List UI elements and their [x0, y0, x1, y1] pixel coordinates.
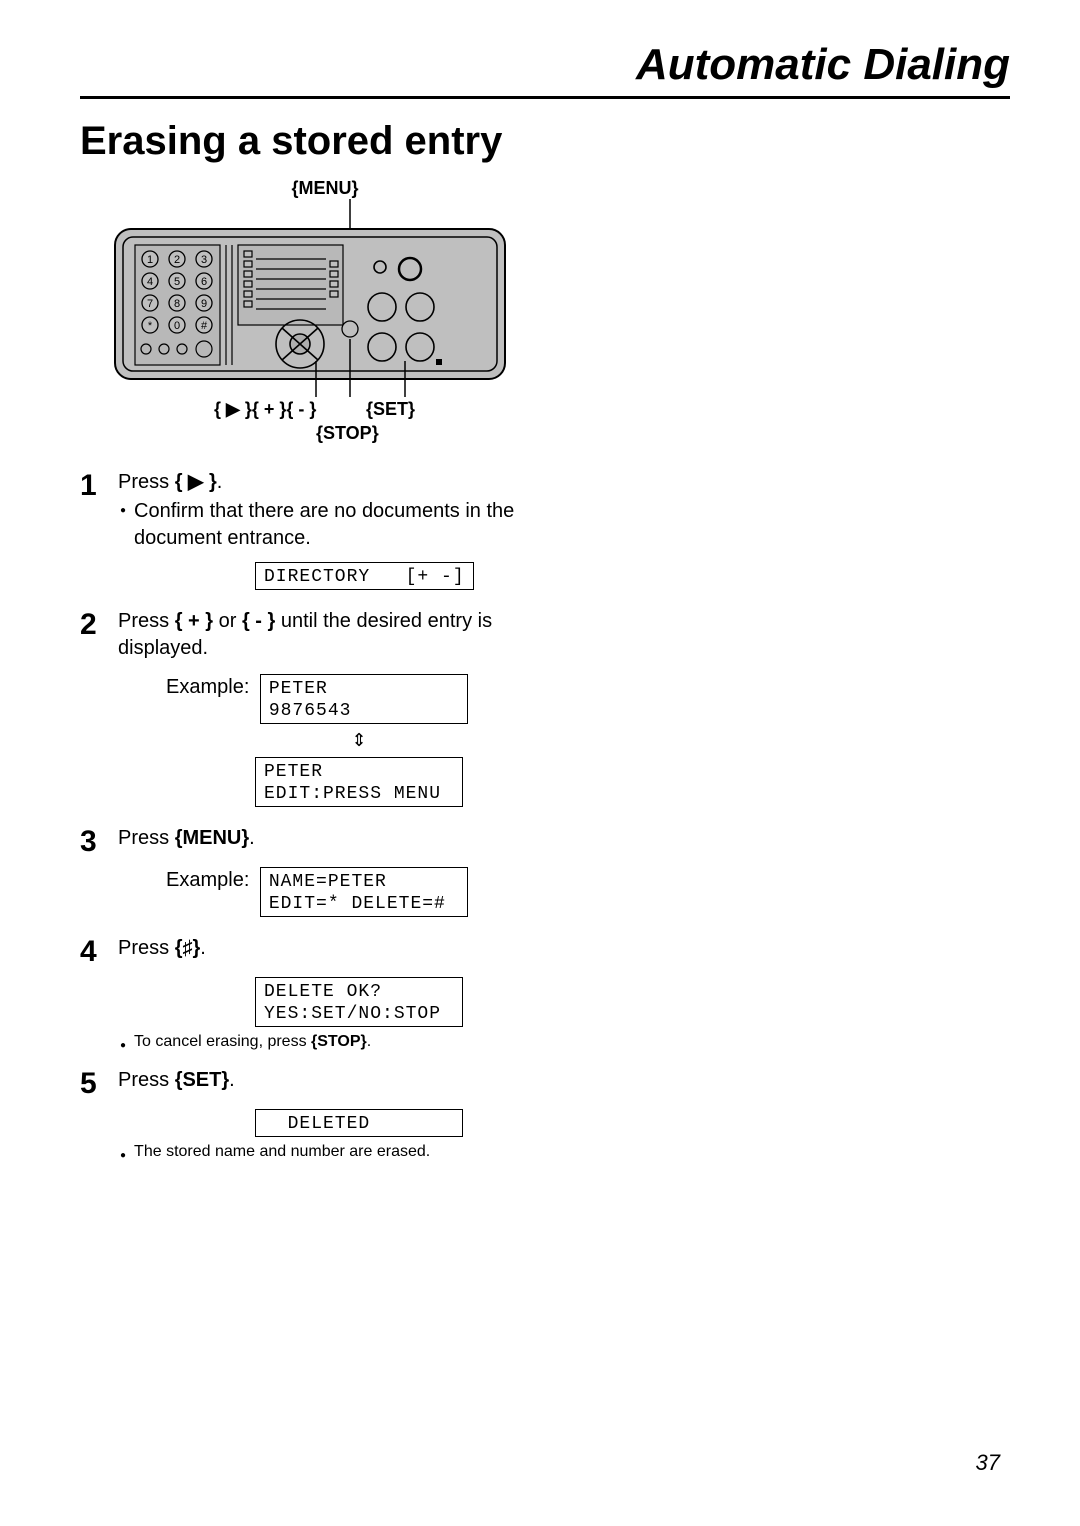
- step-4: 4 Press {♯}.: [80, 935, 525, 967]
- lcd-display: NAME=PETER EDIT=* DELETE=#: [260, 867, 468, 917]
- nav-keys-label: { ▶ }{ + }{ - }: [214, 399, 316, 420]
- title-rule: [80, 96, 1010, 99]
- svg-text:5: 5: [174, 276, 180, 288]
- plus-key-ref: { + }: [175, 610, 213, 632]
- svg-text:#: #: [201, 320, 208, 332]
- hash-key-ref: {♯}: [175, 937, 201, 959]
- step-number: 5: [80, 1067, 118, 1099]
- step-2: 2 Press { + } or { - } until the desired…: [80, 608, 525, 664]
- lcd-display: PETER 9876543: [260, 674, 468, 724]
- svg-text:8: 8: [174, 298, 180, 310]
- text: Press: [118, 827, 175, 849]
- text: Press: [118, 610, 175, 632]
- svg-text:7: 7: [147, 298, 153, 310]
- step-5: 5 Press {SET}.: [80, 1067, 525, 1099]
- text: .: [367, 1033, 371, 1050]
- menu-key-ref: {MENU}: [175, 827, 249, 849]
- lcd-display: DELETED: [255, 1109, 463, 1137]
- set-key-label: {SET}: [366, 399, 415, 420]
- text: .: [217, 471, 223, 493]
- step-3: 3 Press {MENU}.: [80, 825, 525, 857]
- diagram-bottom-labels: { ▶ }{ + }{ - } {SET} {STOP}: [100, 399, 520, 459]
- svg-text:6: 6: [201, 276, 207, 288]
- step-number: 2: [80, 608, 118, 640]
- lcd-display: DELETE OK? YES:SET/NO:STOP: [255, 977, 463, 1027]
- svg-text:9: 9: [201, 298, 207, 310]
- text: Press: [118, 937, 175, 959]
- device-diagram: {MENU} 1 2 3 4 5 6 7 8 9 * 0 #: [100, 178, 520, 459]
- svg-text:4: 4: [147, 276, 153, 288]
- play-key-ref: { ▶ }: [175, 471, 217, 493]
- svg-text:*: *: [148, 320, 153, 332]
- step-number: 1: [80, 469, 118, 501]
- svg-text:0: 0: [174, 320, 180, 332]
- steps-column: 1 Press { ▶ }. Confirm that there are no…: [80, 469, 525, 1169]
- text: .: [249, 827, 255, 849]
- text: Press: [118, 1069, 175, 1091]
- text: Press: [118, 471, 175, 493]
- page-number: 37: [976, 1450, 1000, 1476]
- menu-callout-label: {MENU}: [291, 178, 358, 198]
- step-number: 3: [80, 825, 118, 857]
- minus-key-ref: { - }: [242, 610, 275, 632]
- text: To cancel erasing, press: [134, 1033, 311, 1050]
- text: .: [229, 1069, 235, 1091]
- svg-text:2: 2: [174, 254, 180, 266]
- section-title: Erasing a stored entry: [80, 119, 1010, 164]
- device-panel-illustration: 1 2 3 4 5 6 7 8 9 * 0 #: [110, 199, 510, 399]
- stop-key-ref: {STOP}: [311, 1033, 367, 1050]
- text: or: [213, 610, 242, 632]
- bullet-text: Confirm that there are no documents in t…: [134, 498, 525, 552]
- text: .: [200, 937, 206, 959]
- step-1: 1 Press { ▶ }. Confirm that there are no…: [80, 469, 525, 552]
- lcd-display: PETER EDIT:PRESS MENU: [255, 757, 463, 807]
- up-down-arrow-icon: ⇕: [255, 724, 463, 757]
- step-number: 4: [80, 935, 118, 967]
- example-label: Example:: [166, 674, 249, 699]
- lcd-display: DIRECTORY [+ -]: [255, 562, 474, 590]
- example-label: Example:: [166, 867, 249, 892]
- doc-title: Automatic Dialing: [80, 40, 1010, 96]
- svg-text:1: 1: [147, 254, 153, 266]
- svg-text:3: 3: [201, 254, 207, 266]
- set-key-ref: {SET}: [175, 1069, 229, 1091]
- stop-key-label: {STOP}: [316, 423, 379, 444]
- bullet-text: The stored name and number are erased.: [134, 1143, 430, 1161]
